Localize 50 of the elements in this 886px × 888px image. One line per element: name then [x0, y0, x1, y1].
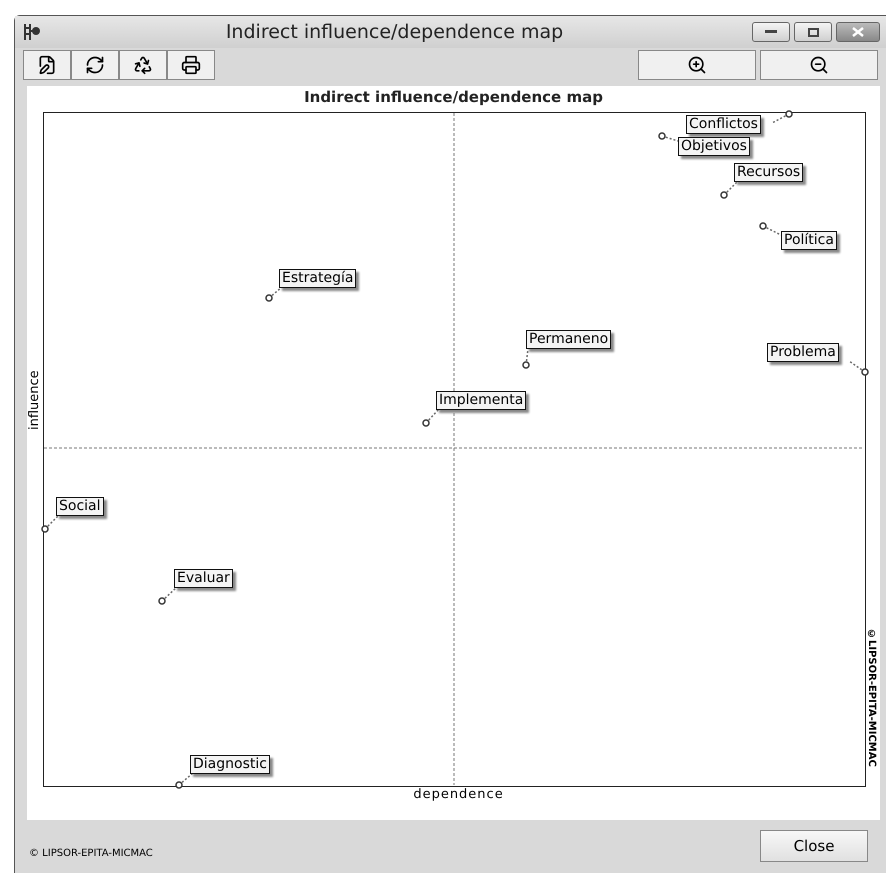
data-point: [759, 222, 767, 230]
data-point: [422, 419, 430, 427]
point-label: Evaluar: [174, 569, 233, 588]
point-label: Estrategía: [279, 269, 356, 288]
maximize-icon: [808, 28, 818, 36]
recycle-icon: [133, 55, 153, 75]
point-label: Recursos: [734, 163, 804, 182]
data-point: [175, 781, 183, 789]
point-label: Diagnostic: [190, 755, 270, 774]
point-label: Implementa: [436, 391, 526, 410]
zoom-out-icon: [809, 55, 829, 75]
data-point: [41, 525, 49, 533]
zoom-in-icon: [687, 55, 707, 75]
refresh-button[interactable]: [71, 50, 119, 80]
leader-line: [268, 286, 282, 299]
point-label: Social: [56, 497, 104, 516]
zoom-out-button[interactable]: [760, 50, 878, 80]
y-axis-label: influence: [27, 368, 43, 430]
maximize-button[interactable]: [794, 22, 832, 42]
edit-button[interactable]: [23, 50, 71, 80]
point-label: Política: [781, 231, 837, 250]
app-icon: [21, 22, 41, 42]
point-label: Permaneno: [526, 330, 612, 349]
refresh-icon: [85, 55, 105, 75]
data-point: [861, 368, 869, 376]
minimize-button[interactable]: [752, 22, 790, 42]
close-dialog-button[interactable]: Close: [760, 830, 868, 862]
recycle-button[interactable]: [119, 50, 167, 80]
data-point: [265, 294, 273, 302]
x-axis-label: dependence: [412, 787, 505, 802]
data-point: [658, 132, 666, 140]
point-label: Conflictos: [686, 115, 761, 134]
minimize-icon: [765, 30, 777, 34]
chart-title: Indirect influence/dependence map: [303, 87, 604, 108]
leader-line: [178, 772, 194, 786]
close-icon: [852, 27, 864, 37]
zoom-in-button[interactable]: [638, 50, 756, 80]
copyright-text: © LIPSOR-EPITA-MICMAC: [29, 848, 154, 858]
data-point: [720, 191, 728, 199]
window-title: Indirect influence/dependence map: [224, 21, 564, 43]
data-point: [158, 597, 166, 605]
data-point: [522, 361, 530, 369]
watermark-text: ©LIPSOR-EPITA-MICMAC: [866, 629, 877, 767]
printer-icon: [181, 55, 201, 75]
point-label: Objetivos: [678, 137, 750, 156]
print-button[interactable]: [167, 50, 215, 80]
close-button[interactable]: [836, 22, 880, 42]
data-point: [785, 110, 793, 118]
point-label: Problema: [767, 343, 839, 362]
document-pen-icon: [37, 55, 57, 75]
